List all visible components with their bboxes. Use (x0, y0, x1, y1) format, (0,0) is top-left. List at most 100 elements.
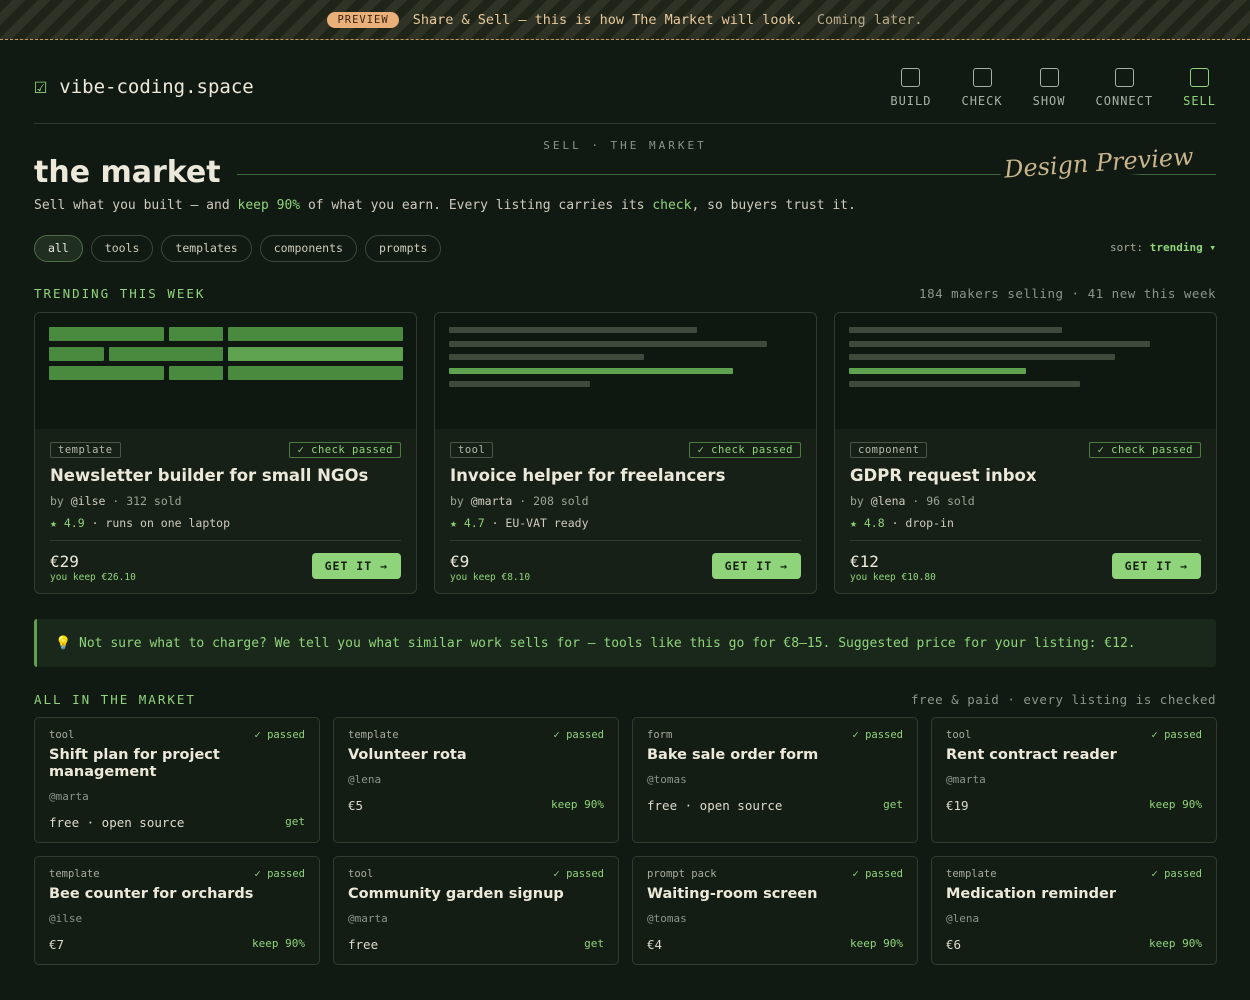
sold-count: · 96 sold (912, 494, 975, 508)
by-label: by (450, 494, 464, 508)
card-title[interactable]: Bee counter for orchards (49, 886, 305, 903)
nav-box-icon (1114, 68, 1134, 87)
nav-build[interactable]: BUILD (875, 68, 946, 108)
banner-text: Share & Sell — this is how The Market wi… (412, 11, 803, 28)
card-title[interactable]: Waiting-room screen (647, 886, 903, 903)
nav-show[interactable]: SHOW (1018, 68, 1081, 108)
nav-sell[interactable]: SELL (1168, 68, 1216, 108)
market-card[interactable]: tool ✓ passed Shift plan for project man… (34, 717, 320, 843)
card-title[interactable]: Community garden signup (348, 886, 604, 903)
filter-tools[interactable]: tools (90, 235, 154, 262)
star-rating: ★ 4.7 (450, 516, 485, 530)
card-author[interactable]: @marta (49, 790, 305, 803)
card-price: €7 (49, 937, 65, 952)
title-row: the market Design Preview (34, 142, 1216, 195)
nav-box-icon (1039, 68, 1059, 87)
card-rating: ★ 4.8 · drop-in (850, 516, 1201, 530)
card-preview-image (35, 313, 416, 429)
card-title[interactable]: Invoice helper for freelancers (450, 466, 801, 485)
card-action[interactable]: get (285, 815, 305, 830)
market-card[interactable]: template ✓ passed Medication reminder @l… (931, 856, 1217, 965)
filter-components[interactable]: components (259, 235, 357, 262)
all-market-header: ALL IN THE MARKET free & paid · every li… (34, 692, 1216, 707)
subtitle-highlight: keep 90% (237, 198, 301, 213)
passed-badge: ✓ passed (553, 729, 604, 741)
passed-badge: ✓ passed (1151, 729, 1202, 741)
category-tag: tool (450, 442, 494, 458)
card-author[interactable]: @tomas (647, 912, 903, 925)
divider (450, 540, 801, 541)
nav-label: SELL (1183, 94, 1216, 108)
nav-box-icon (972, 68, 992, 87)
market-card[interactable]: tool ✓ passed Rent contract reader @mart… (931, 717, 1217, 843)
author-link[interactable]: @lena (871, 494, 906, 508)
card-author[interactable]: @lena (348, 773, 604, 786)
card-title[interactable]: Shift plan for project management (49, 747, 305, 781)
section-meta: 184 makers selling · 41 new this week (919, 286, 1216, 301)
card-author: by @ilse · 312 sold (50, 494, 401, 508)
brand-name: vibe-coding.space (59, 76, 254, 98)
featured-card[interactable]: template ✓ check passed Newsletter build… (34, 312, 417, 594)
card-title[interactable]: Rent contract reader (946, 747, 1202, 764)
star-rating: ★ 4.9 (50, 516, 85, 530)
main-nav: BUILD CHECK SHOW CONNECT SELL (875, 68, 1216, 108)
card-author[interactable]: @marta (348, 912, 604, 925)
subtitle-text: , so buyers trust it. (691, 198, 856, 213)
preview-banner: PREVIEW Share & Sell — this is how The M… (0, 0, 1250, 40)
section-title: TRENDING THIS WEEK (34, 286, 206, 301)
market-card[interactable]: prompt pack ✓ passed Waiting-room screen… (632, 856, 918, 965)
breadcrumb: SELL · THE MARKET (543, 139, 707, 152)
nav-check[interactable]: CHECK (946, 68, 1017, 108)
logo[interactable]: ☑ vibe-coding.space (34, 76, 254, 99)
passed-badge: ✓ passed (852, 729, 903, 741)
market-card[interactable]: template ✓ passed Bee counter for orchar… (34, 856, 320, 965)
card-title[interactable]: Volunteer rota (348, 747, 604, 764)
card-title[interactable]: GDPR request inbox (850, 466, 1201, 485)
get-it-button[interactable]: GET IT → (711, 553, 801, 579)
market-card[interactable]: template ✓ passed Volunteer rota @lena €… (333, 717, 619, 843)
check-passed-badge: ✓ check passed (289, 442, 401, 458)
filter-all[interactable]: all (34, 235, 83, 262)
nav-label: CONNECT (1095, 94, 1154, 108)
card-action[interactable]: get (883, 798, 903, 813)
card-action[interactable]: get (584, 937, 604, 952)
filter-templates[interactable]: templates (161, 235, 252, 262)
author-link[interactable]: @marta (471, 494, 513, 508)
nav-connect[interactable]: CONNECT (1081, 68, 1169, 108)
sold-count: · 208 sold (519, 494, 589, 508)
section-title: ALL IN THE MARKET (34, 692, 196, 707)
card-title[interactable]: Bake sale order form (647, 747, 903, 764)
tip-text: 💡 Not sure what to charge? We tell you w… (55, 635, 1136, 651)
card-author[interactable]: @marta (946, 773, 1202, 786)
card-author[interactable]: @lena (946, 912, 1202, 925)
sort-dropdown[interactable]: sort: trending ▾ (1110, 241, 1216, 254)
get-it-button[interactable]: GET IT → (311, 553, 401, 579)
card-price: €4 (647, 937, 663, 952)
card-author[interactable]: @tomas (647, 773, 903, 786)
featured-card[interactable]: tool ✓ check passed Invoice helper for f… (434, 312, 817, 594)
filter-prompts[interactable]: prompts (364, 235, 442, 262)
card-title[interactable]: Newsletter builder for small NGOs (50, 466, 401, 485)
card-price: free (348, 937, 379, 952)
passed-badge: ✓ passed (852, 868, 903, 880)
market-card[interactable]: tool ✓ passed Community garden signup @m… (333, 856, 619, 965)
check-passed-badge: ✓ check passed (689, 442, 801, 458)
nav-box-icon (1190, 68, 1210, 87)
card-title[interactable]: Medication reminder (946, 886, 1202, 903)
passed-badge: ✓ passed (1151, 868, 1202, 880)
card-action: keep 90% (551, 798, 604, 811)
get-it-button[interactable]: GET IT → (1111, 553, 1201, 579)
author-link[interactable]: @ilse (71, 494, 106, 508)
subtitle-text: Sell what you built — and (34, 198, 238, 213)
card-rating: ★ 4.7 · EU-VAT ready (450, 516, 801, 530)
page-subtitle: Sell what you built — and keep 90% of wh… (34, 198, 856, 213)
card-rating: ★ 4.9 · runs on one laptop (50, 516, 401, 530)
card-author[interactable]: @ilse (49, 912, 305, 925)
sort-label: sort: (1110, 241, 1144, 254)
section-meta: free & paid · every listing is checked (911, 692, 1216, 707)
passed-badge: ✓ passed (254, 729, 305, 741)
category-tag: template (50, 442, 121, 458)
market-card[interactable]: form ✓ passed Bake sale order form @toma… (632, 717, 918, 843)
card-action: keep 90% (1149, 937, 1202, 950)
featured-card[interactable]: component ✓ check passed GDPR request in… (834, 312, 1217, 594)
